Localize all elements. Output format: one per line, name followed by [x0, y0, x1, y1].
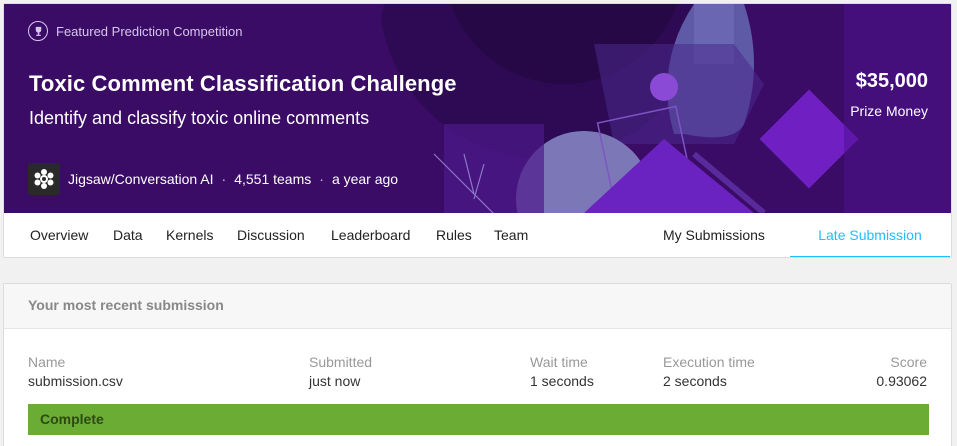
competition-badge-label: Featured Prediction Competition — [56, 23, 243, 39]
trophy-icon — [28, 21, 48, 41]
competition-header: Featured Prediction Competition Toxic Co… — [3, 3, 952, 258]
submitted-column: Submitted just now — [309, 354, 372, 389]
score-column: Score 0.93062 — [876, 354, 927, 389]
tab-kernels[interactable]: Kernels — [166, 213, 213, 257]
competition-tabs: Overview Data Kernels Discussion Leaderb… — [4, 213, 951, 257]
host-logo[interactable] — [28, 163, 60, 195]
submission-filename: submission.csv — [28, 373, 123, 389]
submitted-value: just now — [309, 373, 361, 389]
submitted-header: Submitted — [309, 354, 373, 370]
tab-late-submission[interactable]: Late Submission — [790, 213, 950, 257]
tab-team[interactable]: Team — [494, 213, 528, 257]
score-header: Score — [890, 354, 927, 370]
score-value: 0.93062 — [876, 373, 927, 389]
tab-rules[interactable]: Rules — [436, 213, 472, 257]
recent-submission-heading: Your most recent submission — [4, 284, 951, 329]
name-header: Name — [28, 354, 66, 370]
execution-time-header: Execution time — [663, 354, 755, 370]
prize-amount: $35,000 — [855, 70, 928, 92]
competition-subtitle: Identify and classify toxic online comme… — [29, 108, 370, 128]
meta-separator: · — [319, 171, 324, 187]
execution-time-column: Execution time 2 seconds — [663, 354, 755, 389]
wait-time-header: Wait time — [530, 354, 588, 370]
wait-time-column: Wait time 1 seconds — [530, 354, 594, 389]
competition-title: Toxic Comment Classification Challenge — [29, 71, 457, 96]
host-name[interactable]: Jigsaw/Conversation AI — [68, 171, 214, 187]
recent-submission-card: Your most recent submission Name submiss… — [3, 283, 952, 446]
tab-data[interactable]: Data — [113, 213, 143, 257]
time-ago: a year ago — [331, 171, 399, 187]
name-column: Name submission.csv — [28, 354, 123, 389]
competition-banner: Featured Prediction Competition Toxic Co… — [4, 4, 951, 213]
status-badge: Complete — [28, 404, 929, 435]
competition-badge: Featured Prediction Competition — [28, 21, 242, 41]
meta-separator: · — [221, 171, 227, 187]
execution-time-value: 2 seconds — [663, 373, 727, 389]
team-count[interactable]: 4,551 teams — [234, 171, 311, 187]
tab-leaderboard[interactable]: Leaderboard — [331, 213, 410, 257]
competition-meta: Jigsaw/Conversation AI · 4,551 teams · a… — [28, 163, 398, 195]
tab-overview[interactable]: Overview — [30, 213, 88, 257]
wait-time-value: 1 seconds — [530, 373, 594, 389]
tab-my-submissions[interactable]: My Submissions — [663, 213, 765, 257]
prize-label: Prize Money — [850, 103, 928, 119]
tab-discussion[interactable]: Discussion — [237, 213, 305, 257]
